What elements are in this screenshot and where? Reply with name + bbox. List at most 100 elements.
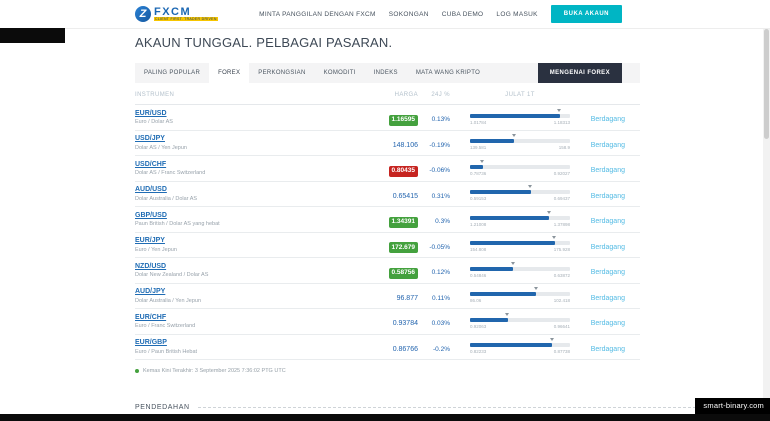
range-low-label: 0.78736: [470, 171, 486, 176]
trade-link[interactable]: Berdagang: [591, 218, 625, 225]
price-value: 0.58756: [389, 268, 419, 279]
price-value: 1.34391: [389, 217, 419, 228]
change-24h-value: 0.11%: [432, 295, 450, 302]
trade-link[interactable]: Berdagang: [591, 116, 625, 123]
instrument-name: Paun British / Dolar AS yang hebat: [135, 221, 348, 227]
price-value: 0.80435: [389, 166, 419, 177]
instrument-symbol-link[interactable]: GBP/USD: [135, 212, 348, 220]
col-header-range: JULAT 1T: [470, 92, 570, 98]
range-bar-fill: [470, 165, 483, 169]
fxcm-logo-icon: Z: [135, 6, 151, 22]
instrument-symbol-link[interactable]: EUR/JPY: [135, 237, 348, 245]
market-tab[interactable]: KOMODITI: [315, 63, 365, 83]
range-1y-widget: 0.59153 0.69437: [470, 186, 570, 201]
range-marker-icon: [528, 185, 532, 188]
trade-link[interactable]: Berdagang: [591, 244, 625, 251]
range-bar-fill: [470, 318, 508, 322]
instrument-name: Dolar AS / Franc Switzerland: [135, 170, 348, 176]
instrument-name: Dolar AS / Yen Jepun: [135, 145, 348, 151]
trade-link[interactable]: Berdagang: [591, 167, 625, 174]
market-tab[interactable]: PERKONGSIAN: [249, 63, 314, 83]
instrument-name: Euro / Paun British Hebat: [135, 349, 348, 355]
instrument-row: NZD/USD Dolar New Zealand / Dolar AS 0.5…: [135, 258, 640, 284]
instrument-symbol-link[interactable]: EUR/USD: [135, 110, 348, 118]
range-marker-icon: [534, 287, 538, 290]
market-tab[interactable]: MATA WANG KRIPTO: [407, 63, 489, 83]
range-marker-icon: [480, 160, 484, 163]
top-nav-link[interactable]: LOG MASUK: [496, 11, 537, 18]
instrument-symbol-link[interactable]: EUR/CHF: [135, 314, 348, 322]
col-header-price: HARGA: [348, 92, 418, 98]
range-marker-icon: [557, 109, 561, 112]
range-bar-fill: [470, 114, 560, 118]
range-low-label: 1.21008: [470, 222, 486, 227]
col-header-instrument: INSTRUMEN: [135, 92, 348, 98]
range-marker-icon: [512, 134, 516, 137]
instrument-symbol-link[interactable]: USD/JPY: [135, 135, 348, 143]
range-high-label: 0.63872: [554, 273, 570, 278]
instrument-symbol-link[interactable]: NZD/USD: [135, 263, 348, 271]
disclosure-label[interactable]: PENDEDAHAN: [135, 404, 190, 411]
trade-link[interactable]: Berdagang: [591, 142, 625, 149]
range-1y-widget: 139.581 158.9: [470, 135, 570, 150]
range-1y-widget: 154.808 175.928: [470, 237, 570, 252]
range-high-label: 175.928: [554, 247, 570, 252]
change-24h-value: 0.13%: [432, 116, 450, 123]
top-nav-link[interactable]: CUBA DEMO: [442, 11, 484, 18]
change-24h-value: -0.2%: [433, 346, 450, 353]
range-low-label: 0.82233: [470, 349, 486, 354]
range-low-label: 1.01784: [470, 120, 486, 125]
trade-link[interactable]: Berdagang: [591, 269, 625, 276]
range-low-label: 0.54846: [470, 273, 486, 278]
instrument-name: Euro / Yen Jepun: [135, 247, 348, 253]
instrument-symbol-link[interactable]: AUD/USD: [135, 186, 348, 194]
page-scrollbar[interactable]: [763, 29, 770, 421]
trade-link[interactable]: Berdagang: [591, 295, 625, 302]
fxcm-logo-text: FXCM: [154, 7, 218, 17]
trade-link[interactable]: Berdagang: [591, 346, 625, 353]
range-1y-widget: 0.54846 0.63872: [470, 263, 570, 278]
market-tab[interactable]: PALING POPULAR: [135, 63, 209, 83]
range-bar-fill: [470, 292, 536, 296]
instrument-name: Dolar Australia / Dolar AS: [135, 196, 348, 202]
range-marker-icon: [547, 211, 551, 214]
range-bar-track: [470, 139, 570, 143]
price-value: 0.65415: [393, 193, 418, 201]
range-low-label: 0.92063: [470, 324, 486, 329]
top-nav-links: MINTA PANGGILAN DENGAN FXCM SOKONGAN CUBA …: [259, 11, 538, 18]
change-24h-value: 0.12%: [432, 269, 450, 276]
col-header-change: 24J %: [418, 92, 450, 98]
trade-link[interactable]: Berdagang: [591, 320, 625, 327]
fxcm-logo[interactable]: Z FXCM CLIENT FIRST. TRADER DRIVEN: [135, 6, 218, 22]
blackout-rectangle: [0, 28, 65, 43]
instrument-symbol-link[interactable]: AUD/JPY: [135, 288, 348, 296]
range-low-label: 154.808: [470, 247, 486, 252]
range-bar-fill: [470, 139, 514, 143]
top-navigation-bar: Z FXCM CLIENT FIRST. TRADER DRIVEN MINTA…: [0, 0, 770, 29]
open-account-button[interactable]: BUKA AKAUN: [551, 5, 622, 23]
about-forex-button[interactable]: MENGENAI FOREX: [538, 63, 622, 83]
disclosure-section: PENDEDAHAN: [135, 404, 756, 411]
live-status-icon: [135, 369, 139, 373]
range-bar-track: [470, 318, 570, 322]
range-1y-widget: 1.21008 1.37898: [470, 212, 570, 227]
table-header-row: INSTRUMEN HARGA 24J % JULAT 1T: [135, 92, 640, 105]
market-tab[interactable]: INDEKS: [365, 63, 407, 83]
range-bar-track: [470, 165, 570, 169]
instrument-row: EUR/USD Euro / Dolar AS 1.16595 0.13% 1.…: [135, 105, 640, 131]
range-1y-widget: 0.92063 0.96641: [470, 314, 570, 329]
trade-link[interactable]: Berdagang: [591, 193, 625, 200]
instrument-row: USD/JPY Dolar AS / Yen Jepun 148.106 -0.…: [135, 131, 640, 157]
range-bar-track: [470, 216, 570, 220]
range-bar-track: [470, 343, 570, 347]
market-tab[interactable]: FOREX: [209, 63, 249, 83]
top-nav-link[interactable]: SOKONGAN: [389, 11, 429, 18]
instrument-row: EUR/JPY Euro / Yen Jepun 172.679 -0.05% …: [135, 233, 640, 259]
main-content: AKAUN TUNGGAL. PELBAGAI PASARAN. PALING …: [135, 29, 640, 374]
scrollbar-thumb[interactable]: [764, 29, 769, 139]
range-bar-track: [470, 114, 570, 118]
range-low-label: 139.581: [470, 145, 486, 150]
instrument-symbol-link[interactable]: USD/CHF: [135, 161, 348, 169]
top-nav-link[interactable]: MINTA PANGGILAN DENGAN FXCM: [259, 11, 376, 18]
instrument-symbol-link[interactable]: EUR/GBP: [135, 339, 348, 347]
